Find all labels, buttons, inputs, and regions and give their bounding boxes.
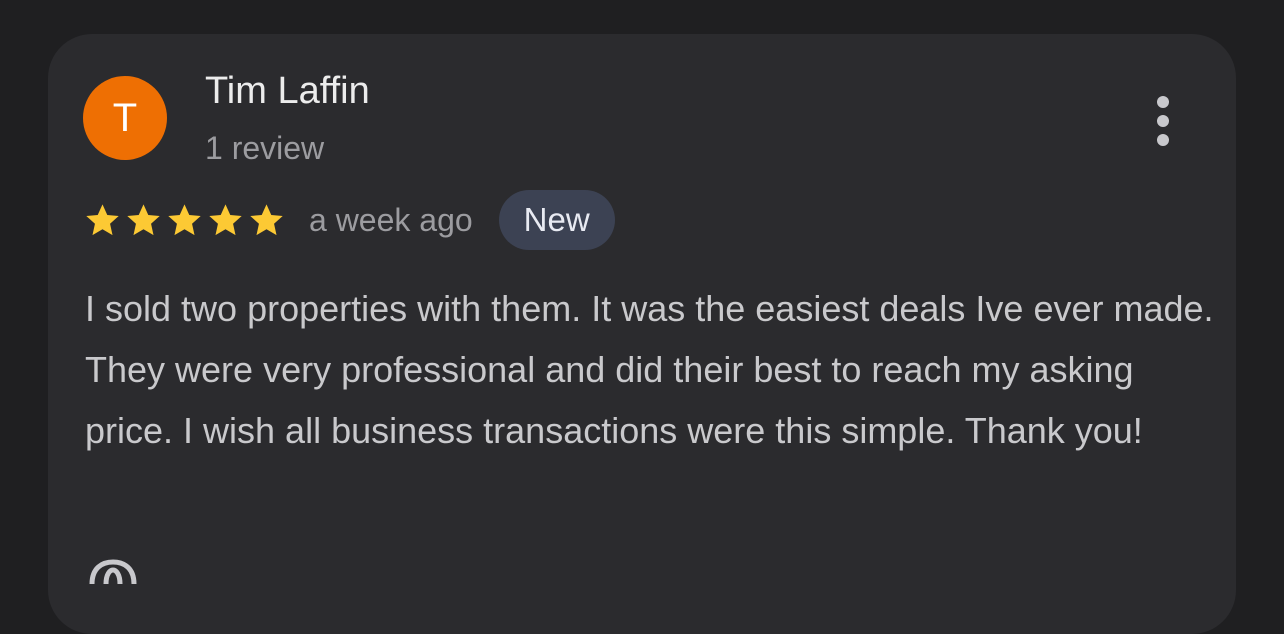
new-badge: New (498, 190, 615, 250)
more-options-button[interactable] (1138, 88, 1188, 154)
reviewer-name[interactable]: Tim Laffin (205, 70, 370, 113)
rating-row: a week ago New (84, 190, 615, 250)
avatar[interactable]: T (83, 76, 167, 160)
star-icon (86, 203, 119, 235)
star-icon (168, 203, 201, 235)
review-text: I sold two properties with them. It was … (85, 288, 1214, 451)
star-icon (127, 203, 160, 235)
review-time: a week ago (309, 201, 473, 238)
star-icon (209, 203, 242, 235)
review-card: T Tim Laffin 1 review a week ago New I s… (48, 34, 1236, 634)
more-vert-icon (1157, 96, 1169, 146)
avatar-initial: T (112, 95, 138, 140)
thumbs-up-icon[interactable] (86, 554, 140, 584)
star-rating (84, 202, 285, 239)
star-icon (250, 203, 283, 235)
review-count: 1 review (205, 130, 325, 166)
